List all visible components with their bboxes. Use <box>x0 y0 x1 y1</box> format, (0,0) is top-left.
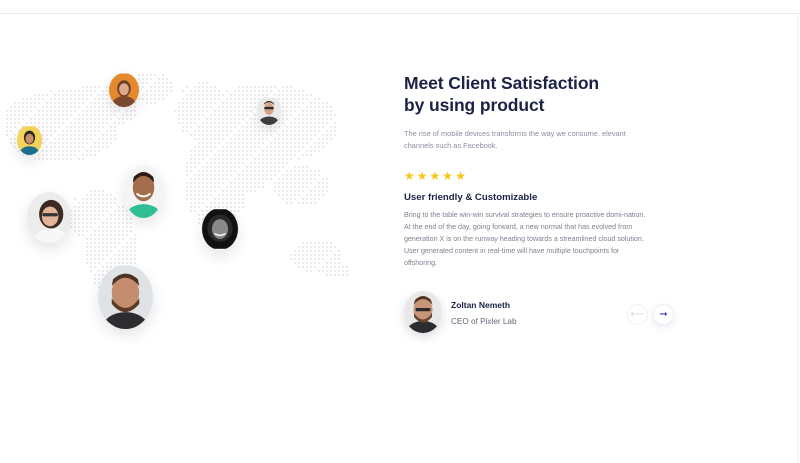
star-icon: ★ <box>442 169 454 183</box>
client-avatar-4 <box>124 165 163 218</box>
client-avatar-1 <box>109 73 139 107</box>
world-map-section <box>0 55 360 345</box>
client-avatar-7 <box>98 265 153 329</box>
testimonial-heading-block: Meet Client Satisfaction by using produc… <box>404 72 674 116</box>
star-icon: ★ <box>404 169 415 183</box>
client-avatar-5 <box>202 208 238 250</box>
next-testimonial-button[interactable]: ➞ <box>653 304 674 325</box>
section-heading: Meet Client Satisfaction by using produc… <box>404 72 674 116</box>
client-avatar-6 <box>27 192 71 243</box>
page-edge <box>797 14 798 463</box>
star-icon: ★ <box>429 169 441 183</box>
feature-description: Bring to the table win-win survival stra… <box>404 211 646 267</box>
author-avatar <box>404 291 442 333</box>
client-avatar-3 <box>17 125 42 155</box>
arrow-left-icon: ⟵ <box>630 308 645 320</box>
star-icon: ★ <box>455 169 466 183</box>
client-avatar-2 <box>257 96 281 125</box>
star-icon: ★ <box>416 169 428 183</box>
author-name: Zoltan Nemeth <box>451 300 511 310</box>
feature-title: User friendly & Customizable <box>404 192 538 203</box>
heading-line-2: by using product <box>404 95 545 115</box>
header-divider <box>0 13 800 14</box>
arrow-right-icon: ➞ <box>659 308 668 320</box>
heading-line-1: Meet Client Satisfaction <box>404 73 599 93</box>
section-intro: The rise of mobile devices transforms th… <box>404 129 626 150</box>
previous-testimonial-button[interactable]: ⟵ <box>627 304 648 325</box>
star-rating: ★ ★ ★ ★ ★ <box>404 170 466 182</box>
author-role: CEO of Pixler Lab <box>451 317 517 326</box>
